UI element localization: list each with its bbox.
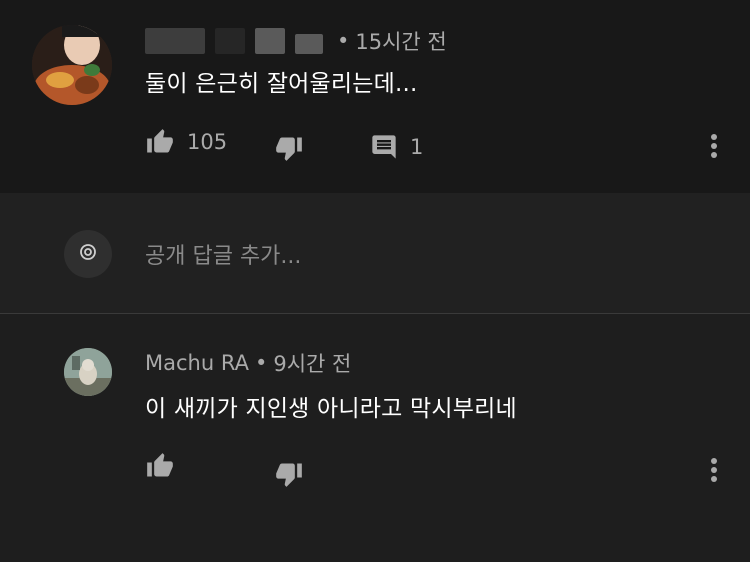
redacted-block [255,28,285,54]
comment-meta: • 15시간 전 [145,26,447,56]
reply-input[interactable]: 공개 답글 추가... [145,238,301,270]
comment-text: 둘이 은근히 잘어울리는데... [145,71,418,97]
meta-separator: • [254,351,268,375]
reply-count-button[interactable]: 1 [370,133,423,161]
thumbs-down-icon [274,460,304,488]
avatar[interactable] [32,25,112,105]
comment-time[interactable]: 9시간 전 [273,348,351,378]
avatar[interactable] [64,348,112,396]
author-name[interactable] [145,28,333,54]
account-icon [79,243,97,265]
avatar-image [64,348,112,396]
like-button[interactable] [145,452,187,480]
author-name[interactable]: Machu RA [145,351,249,375]
dislike-button[interactable] [274,460,304,488]
account-avatar[interactable] [64,230,112,278]
thumbs-up-icon [145,128,175,156]
redacted-block [145,28,205,54]
redacted-block [295,34,323,54]
more-options-button[interactable] [706,132,722,160]
comment-icon [370,133,398,161]
thumbs-up-icon [145,452,175,480]
meta-separator: • [337,29,350,53]
like-button[interactable]: 105 [145,128,227,156]
more-vertical-icon [706,132,722,160]
redacted-block [215,28,245,54]
comment-meta: Machu RA • 9시간 전 [145,348,351,378]
thumbs-down-icon [274,134,304,162]
reply-count: 1 [410,135,424,159]
like-count: 105 [187,130,228,154]
comment-thread: • 15시간 전 둘이 은근히 잘어울리는데... 105 1 [0,0,750,193]
more-options-button[interactable] [706,456,722,484]
reply-composer: 공개 답글 추가... [0,193,750,313]
avatar-image [32,25,112,105]
reply-comment: Machu RA • 9시간 전 이 새끼가 지인생 아니라고 막시부리네 [0,314,750,562]
comment-time[interactable]: 15시간 전 [355,26,446,56]
comment-text: 이 새끼가 지인생 아니라고 막시부리네 [145,396,517,422]
more-vertical-icon [706,456,722,484]
dislike-button[interactable] [274,134,304,162]
